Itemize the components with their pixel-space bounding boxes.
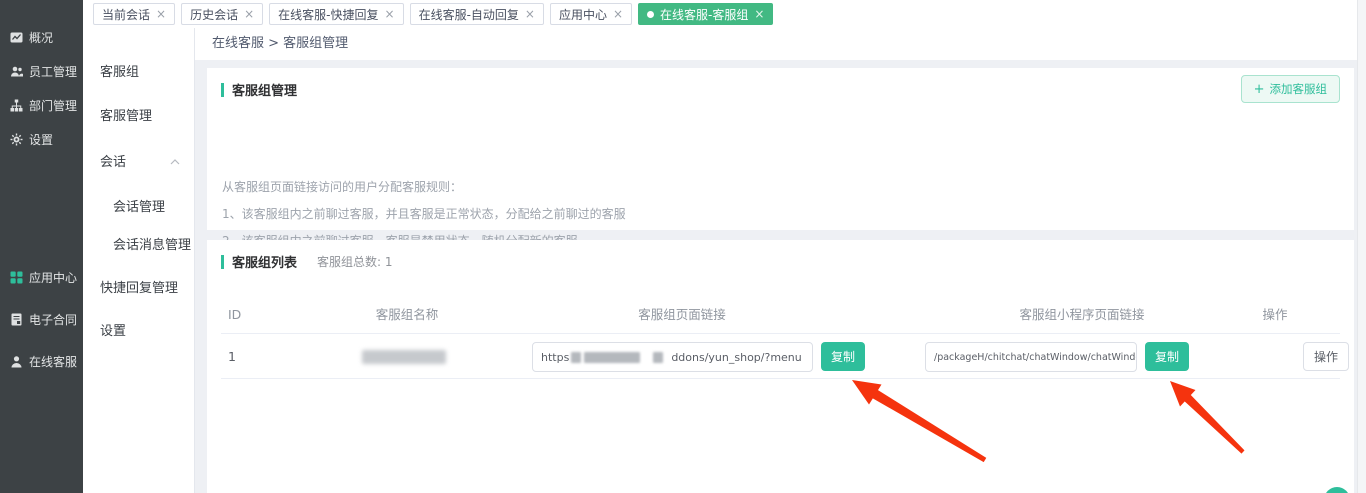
scrollbar-track[interactable] — [1357, 0, 1366, 493]
departments-icon — [10, 99, 23, 112]
group-total-count: 客服组总数: 1 — [317, 253, 393, 270]
sidebar-item-employee-management[interactable]: 员工管理 — [0, 54, 83, 88]
service-group-list-panel: 客服组列表 客服组总数: 1 ID 客服组名称 客服组页面链接 客服组小程序页面… — [207, 240, 1354, 493]
tab-label: 应用中心 — [559, 6, 607, 23]
tab-close-icon[interactable]: × — [385, 8, 395, 20]
submenu-item-service-management[interactable]: 客服管理 — [100, 105, 152, 124]
tab-label: 当前会话 — [102, 6, 150, 23]
group-name-redacted — [362, 350, 446, 364]
submenu-item-label: 会话 — [100, 155, 126, 170]
assign-rule-1: 1、该客服组内之前聊过客服，并且客服是正常状态，分配给之前聊过的客服 — [222, 205, 626, 222]
tab-app-center[interactable]: 应用中心 × — [550, 3, 632, 25]
overview-chart-icon — [10, 31, 23, 44]
submenu-item-session[interactable]: 会话 — [100, 151, 194, 170]
tab-label: 在线客服-自动回复 — [419, 6, 519, 23]
panel-title: 客服组列表 — [232, 252, 297, 271]
page-link-suffix: ddons/yun_shop/?menu — [671, 351, 801, 364]
e-contract-icon — [10, 313, 23, 326]
sidebar-item-department-management[interactable]: 部门管理 — [0, 88, 83, 122]
sidebar-item-label: 应用中心 — [29, 269, 77, 286]
sidebar-item-e-contract[interactable]: 电子合同 — [0, 298, 83, 340]
submenu-item-service-group[interactable]: 客服组 — [100, 61, 139, 80]
column-header-name: 客服组名称 — [327, 296, 487, 334]
row-id: 1 — [228, 334, 268, 379]
tab-label: 在线客服-客服组 — [660, 6, 748, 23]
active-tab-dot-icon — [647, 11, 654, 18]
online-service-icon — [10, 355, 23, 368]
link-redaction-block — [653, 352, 663, 363]
settings-gear-icon — [10, 133, 23, 146]
link-redaction-block — [571, 352, 581, 363]
submenu-item-settings[interactable]: 设置 — [100, 320, 126, 339]
add-service-group-label: 添加客服组 — [1270, 81, 1328, 97]
tab-service-group-active[interactable]: 在线客服-客服组 × — [638, 3, 773, 25]
tab-close-icon[interactable]: × — [754, 8, 764, 20]
tab-current-session[interactable]: 当前会话 × — [93, 3, 175, 25]
column-header-action: 操作 — [1245, 296, 1305, 334]
tab-bar: 当前会话 × 历史会话 × 在线客服-快捷回复 × 在线客服-自动回复 × 应用… — [83, 0, 1357, 28]
chevron-up-icon — [170, 154, 180, 169]
submenu-item-session-management[interactable]: 会话管理 — [113, 196, 165, 215]
breadcrumb: 在线客服 > 客服组管理 — [195, 28, 1357, 60]
panel-title: 客服组管理 — [232, 80, 297, 99]
link-redaction-block — [584, 352, 640, 363]
tab-close-icon[interactable]: × — [244, 8, 254, 20]
miniprogram-link-input[interactable]: /packageH/chitchat/chatWindow/chatWindow… — [925, 342, 1137, 372]
row-action-button[interactable]: 操作 — [1303, 342, 1349, 371]
column-header-id: ID — [228, 296, 268, 334]
add-service-group-button[interactable]: + 添加客服组 — [1241, 75, 1340, 103]
tab-close-icon[interactable]: × — [156, 8, 166, 20]
sidebar-item-overview[interactable]: 概况 — [0, 20, 83, 54]
sidebar-item-label: 在线客服 — [29, 353, 77, 370]
title-bar-mark — [221, 255, 224, 269]
column-header-page-link: 客服组页面链接 — [557, 296, 807, 334]
assign-rules-intro: 从客服组页面链接访问的用户分配客服规则： — [222, 178, 462, 195]
plus-icon: + — [1254, 82, 1265, 97]
miniprogram-link-text: /packageH/chitchat/chatWindow/chatWindow… — [934, 352, 1137, 363]
tab-auto-reply[interactable]: 在线客服-自动回复 × — [410, 3, 544, 25]
title-bar-mark — [221, 83, 224, 97]
sidebar-item-label: 概况 — [29, 29, 53, 46]
page-link-prefix: https — [541, 351, 569, 364]
copy-page-link-button[interactable]: 复制 — [821, 342, 865, 371]
app-center-icon — [10, 271, 23, 284]
sidebar-item-label: 员工管理 — [29, 63, 77, 80]
tab-label: 在线客服-快捷回复 — [278, 6, 378, 23]
table-row: 1 https ddons/yun_shop/?menu 复制 /package… — [221, 334, 1340, 379]
sidebar-item-label: 电子合同 — [29, 311, 77, 328]
submenu-item-quick-reply-management[interactable]: 快捷回复管理 — [100, 277, 178, 296]
sidebar-item-online-service[interactable]: 在线客服 — [0, 340, 83, 382]
tab-quick-reply[interactable]: 在线客服-快捷回复 × — [269, 3, 403, 25]
secondary-sidebar: 客服组 客服管理 会话 会话管理 会话消息管理 快捷回复管理 设置 — [83, 28, 195, 493]
table-header-row: ID 客服组名称 客服组页面链接 客服组小程序页面链接 操作 — [221, 296, 1340, 334]
column-header-miniprogram-link: 客服组小程序页面链接 — [957, 296, 1207, 334]
primary-sidebar: 概况 员工管理 部门管理 设置 应用中心 电子合同 在线客服 — [0, 0, 83, 493]
sidebar-item-label: 部门管理 — [29, 97, 77, 114]
submenu-item-session-message-management[interactable]: 会话消息管理 — [113, 234, 191, 253]
sidebar-item-label: 设置 — [29, 131, 53, 148]
copy-miniprogram-link-button[interactable]: 复制 — [1145, 342, 1189, 371]
tab-close-icon[interactable]: × — [613, 8, 623, 20]
page-link-input[interactable]: https ddons/yun_shop/?menu — [532, 342, 813, 372]
tab-history-session[interactable]: 历史会话 × — [181, 3, 263, 25]
sidebar-item-app-center[interactable]: 应用中心 — [0, 256, 83, 298]
service-group-manage-panel: 客服组管理 + 添加客服组 从客服组页面链接访问的用户分配客服规则： 1、该客服… — [207, 68, 1354, 230]
sidebar-item-settings[interactable]: 设置 — [0, 122, 83, 156]
tab-label: 历史会话 — [190, 6, 238, 23]
employees-icon — [10, 65, 23, 78]
tab-close-icon[interactable]: × — [525, 8, 535, 20]
